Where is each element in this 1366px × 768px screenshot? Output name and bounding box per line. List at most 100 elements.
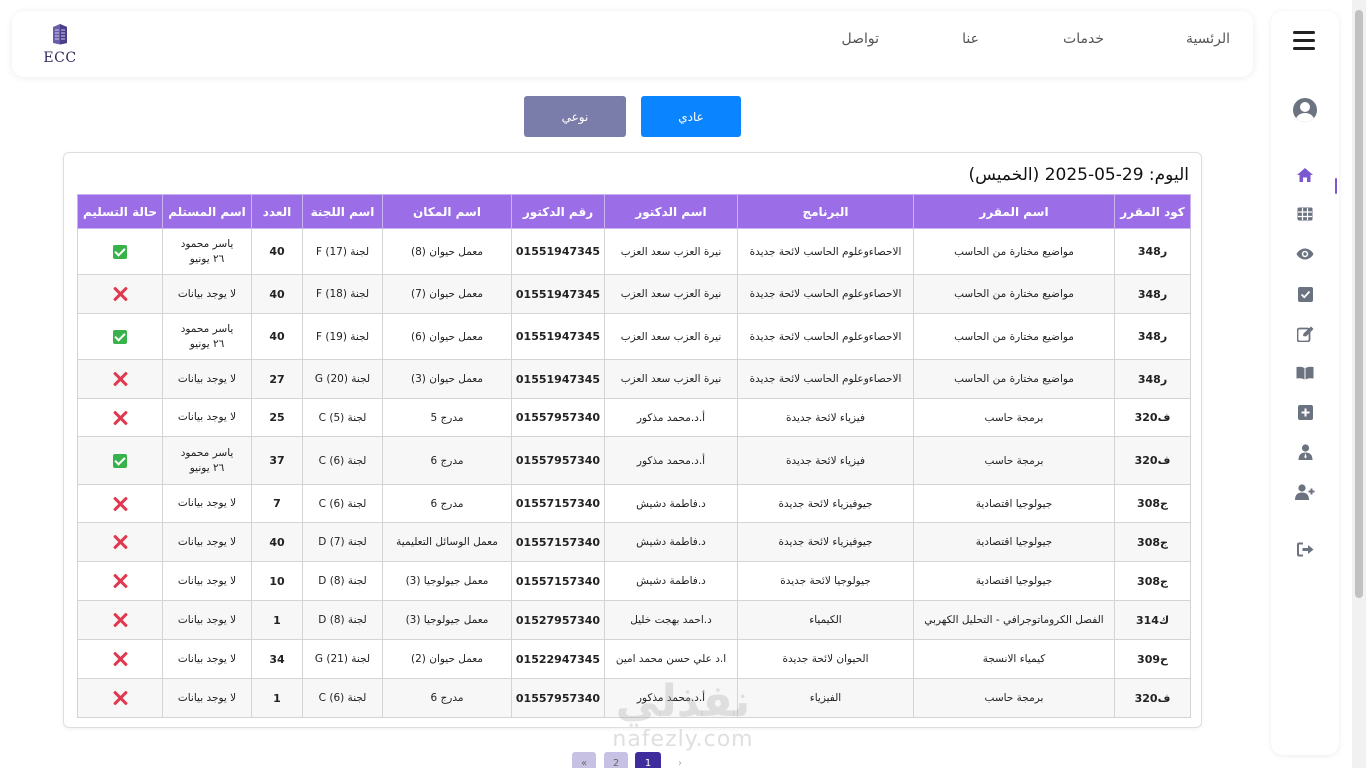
- cell-count: 34: [251, 639, 303, 679]
- plus-square-icon[interactable]: [1295, 402, 1315, 422]
- page-scrollbar[interactable]: [1352, 0, 1366, 768]
- cell-doctor-name: د.فاطمة دشيش: [604, 484, 738, 523]
- x-mark-icon: [112, 534, 128, 550]
- table-row: ح309 كيمياء الانسجة الحيوان لائحة جديدة ا.د…: [77, 639, 1191, 679]
- receiver-name: لا يوجد بيانات: [177, 411, 237, 424]
- pagination-next-button[interactable]: ›: [668, 752, 692, 768]
- col-header-doctor-name[interactable]: اسم الدكتور: [604, 194, 738, 229]
- receiver-date: ٢٦ يونيو: [189, 252, 225, 265]
- logo-building-icon: [53, 24, 67, 45]
- cell-course-code: ج308: [1114, 561, 1191, 601]
- logo[interactable]: ECC: [42, 23, 78, 66]
- cell-delivery-status: [77, 313, 163, 360]
- table-row: ر348 مواضيع مختارة من الحاسب الاحصاءوعلوم …: [77, 359, 1191, 399]
- cell-doctor-name: د.فاطمة دشيش: [604, 561, 738, 601]
- menu-icon[interactable]: [1293, 31, 1315, 51]
- table-row: ف320 برمجة حاسب فيزياء لائحة جديدة أ.د.محمد…: [77, 398, 1191, 437]
- nav-link-services[interactable]: خدمات: [1063, 31, 1104, 47]
- cell-course-code: ر348: [1114, 359, 1191, 399]
- cell-doctor-phone: 01551947345: [511, 274, 605, 314]
- cell-doctor-phone: 01557957340: [511, 436, 605, 485]
- cell-course-name: مواضيع مختارة من الحاسب: [913, 274, 1115, 314]
- cell-doctor-phone: 01551947345: [511, 228, 605, 275]
- pagination-page-1-current[interactable]: 1: [635, 752, 661, 768]
- cell-course-name: مواضيع مختارة من الحاسب: [913, 359, 1115, 399]
- receiver-name: ياسر محمود: [180, 322, 234, 335]
- cell-count: 40: [251, 522, 303, 562]
- cell-course-name: مواضيع مختارة من الحاسب: [913, 313, 1115, 360]
- cell-doctor-phone: 01557957340: [511, 398, 605, 437]
- cell-course-name: كيمياء الانسجة: [913, 639, 1115, 679]
- user-tie-icon[interactable]: [1295, 442, 1315, 462]
- cell-course-name: الفصل الكروماتوجرافي - التحليل الكهربي: [913, 600, 1115, 640]
- receiver-name: لا يوجد بيانات: [177, 691, 237, 704]
- sidebar: [1271, 11, 1339, 755]
- table-row: ج308 جيولوجيا اقتصادية جيوفيزياء لائحة جدي…: [77, 484, 1191, 523]
- pagination-prev-button[interactable]: «: [572, 752, 596, 768]
- edit-icon[interactable]: [1295, 324, 1315, 344]
- pagination-page-2[interactable]: 2: [604, 752, 628, 768]
- col-header-doctor-phone[interactable]: رقم الدكتور: [511, 194, 605, 229]
- logout-icon[interactable]: [1295, 539, 1315, 559]
- user-plus-icon[interactable]: [1295, 482, 1315, 502]
- col-header-course-name[interactable]: اسم المقرر: [913, 194, 1115, 229]
- x-mark-icon: [112, 690, 128, 706]
- table-row: ج308 جيولوجيا اقتصادية جيولوجيا لائحة جديد…: [77, 561, 1191, 601]
- cell-count: 40: [251, 274, 303, 314]
- table-header-row: كود المقرر اسم المقرر البرنامج اسم الدكت…: [77, 194, 1191, 229]
- cell-committee: لجنة (7) D: [302, 522, 383, 562]
- cell-program: جيولوجيا لائحة جديدة: [737, 561, 914, 601]
- table-row: ك314 الفصل الكروماتوجرافي - التحليل الكهر…: [77, 600, 1191, 640]
- col-header-committee[interactable]: اسم اللجنة: [302, 194, 383, 229]
- nav-link-contact[interactable]: تواصل: [841, 31, 879, 47]
- user-avatar-icon[interactable]: [1293, 98, 1317, 122]
- book-icon[interactable]: [1295, 363, 1315, 383]
- cell-doctor-phone: 01522947345: [511, 639, 605, 679]
- cell-receiver: لا يوجد بيانات: [162, 398, 252, 437]
- cell-receiver: لا يوجد بيانات: [162, 359, 252, 399]
- cell-course-code: ج308: [1114, 484, 1191, 523]
- cell-place: معمل جيولوجيا (3): [382, 600, 512, 640]
- eye-icon[interactable]: [1295, 244, 1315, 264]
- check-square-icon[interactable]: [1295, 284, 1315, 304]
- table-row: ر348 مواضيع مختارة من الحاسب الاحصاءوعلوم …: [77, 228, 1191, 275]
- col-header-program[interactable]: البرنامج: [737, 194, 914, 229]
- cell-committee: لجنة (8) D: [302, 561, 383, 601]
- cell-course-name: مواضيع مختارة من الحاسب: [913, 228, 1115, 275]
- check-icon: [113, 453, 127, 468]
- cell-program: جيوفيزياء لائحة جديدة: [737, 484, 914, 523]
- col-header-course-code[interactable]: كود المقرر: [1114, 194, 1191, 229]
- receiver-name: لا يوجد بيانات: [177, 497, 237, 510]
- nav-link-about[interactable]: عنا: [962, 31, 979, 47]
- receiver-name: ياسر محمود: [180, 446, 234, 459]
- cell-place: معمل حيوان (7): [382, 274, 512, 314]
- receiver-date: ٢٦ يونيو: [189, 461, 225, 474]
- logo-text: ECC: [43, 50, 77, 66]
- cell-place: معمل حيوان (3): [382, 359, 512, 399]
- special-type-button[interactable]: نوعي: [524, 96, 626, 137]
- cell-doctor-name: نيرة العزب سعد العزب: [604, 228, 738, 275]
- exam-table: كود المقرر اسم المقرر البرنامج اسم الدكت…: [77, 194, 1191, 718]
- nav-link-home[interactable]: الرئسية: [1186, 31, 1230, 47]
- cell-committee: لجنة (6) C: [302, 484, 383, 523]
- cell-doctor-name: د.احمد بهجت خليل: [604, 600, 738, 640]
- table-row: ف320 برمجة حاسب الفيزياء أ.د.محمد مذكور 0155…: [77, 678, 1191, 718]
- cell-receiver: لا يوجد بيانات: [162, 600, 252, 640]
- x-mark-icon: [112, 371, 128, 387]
- cell-committee: لجنة (6) C: [302, 678, 383, 718]
- col-header-place[interactable]: اسم المكان: [382, 194, 512, 229]
- col-header-delivery-status[interactable]: حالة التسليم: [77, 194, 163, 229]
- receiver-name: لا يوجد بيانات: [177, 535, 237, 548]
- col-header-receiver[interactable]: اسم المستلم: [162, 194, 252, 229]
- home-icon[interactable]: [1295, 165, 1315, 185]
- cell-doctor-phone: 01551947345: [511, 359, 605, 399]
- cell-course-code: ج308: [1114, 522, 1191, 562]
- scrollbar-thumb[interactable]: [1355, 10, 1363, 598]
- cell-place: معمل حيوان (6): [382, 313, 512, 360]
- receiver-name: لا يوجد بيانات: [177, 652, 237, 665]
- cell-course-code: ر348: [1114, 228, 1191, 275]
- col-header-count[interactable]: العدد: [251, 194, 303, 229]
- normal-type-button[interactable]: عادي: [641, 96, 741, 137]
- table-icon[interactable]: [1295, 204, 1315, 224]
- cell-doctor-name: أ.د.محمد مذكور: [604, 436, 738, 485]
